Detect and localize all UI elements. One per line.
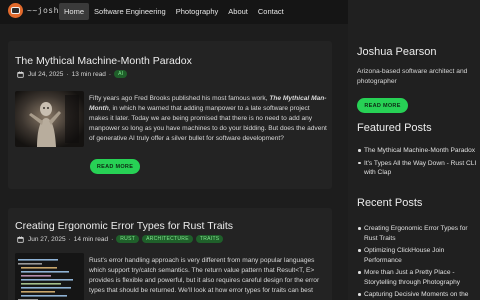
post-title[interactable]: Creating Ergonomic Error Types for Rust … [15, 220, 233, 232]
featured-post-link[interactable]: The Mythical Machine-Month Paradox [357, 146, 479, 156]
nav-contact[interactable]: Contact [253, 3, 289, 20]
tag-ai[interactable]: AI [114, 70, 128, 78]
nav-home[interactable]: Home [59, 3, 90, 20]
logo-icon [8, 3, 23, 18]
post-date: Jun 27, 2025 [28, 235, 66, 243]
author-bio: Arizona-based software architect and pho… [357, 68, 468, 85]
featured-posts-heading: Featured Posts [357, 122, 432, 134]
recent-post-link[interactable]: Creating Ergonomic Error Types for Rust … [357, 224, 479, 243]
post-excerpt: Fifty years ago Fred Brooks published hi… [89, 95, 327, 142]
featured-post-link[interactable]: It's Types All the Way Down - Rust CLI w… [357, 159, 479, 178]
post-read-time: 13 min read [71, 70, 106, 78]
about-read-more-button[interactable]: READ MORE [357, 98, 408, 113]
tag-traits[interactable]: TRAITS [195, 235, 224, 243]
featured-posts-list: The Mythical Machine-Month Paradox It's … [357, 146, 479, 181]
logo-text: ~~josh [27, 6, 59, 15]
post-thumbnail[interactable] [15, 253, 84, 300]
calendar-icon [17, 70, 24, 78]
recent-posts-heading: Recent Posts [357, 197, 423, 209]
author-name: Joshua Pearson [357, 46, 437, 58]
nav-software-engineering[interactable]: Software Engineering [89, 3, 171, 20]
post-title[interactable]: The Mythical Machine-Month Paradox [15, 55, 192, 67]
post-meta: Jun 27, 2025 · 14 min read · RUST ARCHIT… [17, 235, 226, 243]
post-excerpt: Rust's error handling approach is very d… [89, 257, 320, 294]
tag-rust[interactable]: RUST [116, 235, 140, 243]
post-thumbnail[interactable] [15, 91, 84, 147]
post-card: Creating Ergonomic Error Types for Rust … [8, 208, 332, 300]
post-card: The Mythical Machine-Month Paradox Jul 2… [8, 41, 332, 189]
recent-post-link[interactable]: Optimizing ClickHouse Join Performance [357, 246, 479, 265]
recent-post-link[interactable]: Capturing Decisive Moments on the [357, 290, 479, 300]
post-date: Jul 24, 2025 [28, 70, 64, 78]
post-meta: Jul 24, 2025 · 13 min read · AI [17, 70, 130, 78]
main-nav: Home Software Engineering Photography Ab… [59, 3, 289, 20]
read-more-button[interactable]: READ MORE [90, 159, 140, 174]
post-read-time: 14 min read [73, 235, 109, 243]
nav-about[interactable]: About [223, 3, 253, 20]
tag-architecture[interactable]: ARCHITECTURE [142, 235, 193, 243]
site-logo[interactable]: ~~josh [8, 3, 59, 18]
recent-posts-list: Creating Ergonomic Error Types for Rust … [357, 224, 479, 300]
nav-photography[interactable]: Photography [171, 3, 224, 20]
recent-post-link[interactable]: More than Just a Pretty Place - Storytel… [357, 268, 479, 287]
calendar-icon [17, 235, 24, 243]
